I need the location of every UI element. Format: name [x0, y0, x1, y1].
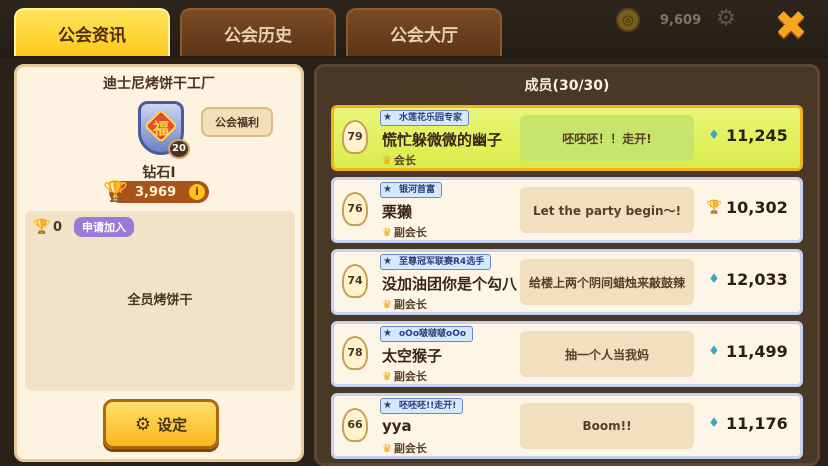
member-score: ♦ 11,499	[706, 342, 802, 361]
member-score: 🏆 10,302	[706, 198, 802, 217]
tab-guild-history[interactable]: 公会历史	[180, 8, 336, 56]
member-message: 给楼上两个阴间蜡烛来敲鼓辣	[520, 259, 694, 305]
title-badge-icon: ★	[383, 328, 392, 339]
trophy-count: 3,969	[135, 184, 177, 200]
member-title-badge: ★ 水莲花乐园专家	[380, 110, 470, 126]
member-row[interactable]: 78 ★ oOo啵啵啵oOo 太空猴子 ♛ 副会长 抽一个人当我妈 ♦ 11,49…	[331, 321, 803, 387]
member-level: 76	[347, 202, 363, 215]
member-message: 呸呸呸！！走开!	[520, 115, 694, 161]
member-role: ♛ 副会长	[382, 224, 427, 240]
top-bar: 公会资讯 公会历史 公会大厅 ◎ 9,609 ⚙ ✖	[0, 0, 828, 58]
member-role-label: 副会长	[393, 370, 427, 383]
settings-button[interactable]: ⚙ 设定	[103, 399, 219, 449]
member-score: ♦ 11,245	[706, 126, 802, 145]
guild-benefits-button[interactable]: 公会福利	[201, 107, 273, 137]
title-badge-icon: ★	[383, 184, 392, 195]
member-role: ♛ 副会长	[382, 440, 427, 456]
trophy-icon: 🏆	[706, 200, 723, 215]
member-score-value: 11,245	[726, 126, 788, 145]
member-score: ♦ 12,033	[706, 270, 802, 289]
title-badge-icon: ★	[383, 400, 392, 411]
coin-icon: ◎	[616, 8, 640, 32]
crown-icon: ♛	[382, 154, 392, 167]
currency-value: 9,609	[660, 12, 702, 28]
guild-level: 20	[168, 139, 190, 159]
emblem-char: 福	[153, 119, 170, 138]
guild-rank: 钻石Ⅰ	[142, 165, 176, 181]
member-name: 太空猴子	[382, 347, 443, 365]
tab-guild-hall[interactable]: 公会大厅	[346, 8, 502, 56]
member-role: ♛ 会长	[382, 152, 416, 168]
crown-icon: ♛	[382, 370, 392, 383]
member-level: 74	[347, 274, 363, 287]
member-level: 66	[347, 418, 363, 431]
guild-description: 全员烤饼干	[127, 293, 193, 308]
crown-icon: ♛	[382, 226, 392, 239]
cookie-avatar: 66	[342, 408, 370, 444]
member-role-label: 副会长	[393, 298, 427, 311]
cookie-avatar: 79	[342, 120, 370, 156]
title-badge-icon: ★	[383, 112, 392, 123]
member-role: ♛ 副会长	[382, 368, 427, 384]
title-badge-icon: ★	[383, 256, 392, 267]
member-message: Let the party begin～!	[520, 187, 694, 233]
close-button[interactable]: ✖	[770, 6, 812, 48]
member-title: 银河首富	[399, 185, 436, 195]
gear-icon: ⚙	[716, 6, 736, 31]
member-score-value: 10,302	[726, 198, 788, 217]
member-message: 抽一个人当我妈	[520, 331, 694, 377]
member-title-badge: ★ 银河首富	[380, 182, 443, 198]
member-row[interactable]: 76 ★ 银河首富 栗獭 ♛ 副会长 Let the party begin～! …	[331, 177, 803, 243]
trophy-icon: 🏆	[103, 179, 128, 203]
member-role-label: 副会长	[393, 442, 427, 455]
member-score-value: 11,176	[726, 414, 788, 433]
gear-icon: ⚙	[134, 413, 152, 435]
settings-label: 设定	[157, 415, 188, 434]
member-message: Boom!!	[520, 403, 694, 449]
member-score: ♦ 11,176	[706, 414, 802, 433]
member-score-value: 11,499	[726, 342, 788, 361]
tab-guild-info[interactable]: 公会资讯	[14, 8, 170, 56]
join-requirement: 0	[53, 219, 63, 235]
member-role-label: 会长	[393, 154, 416, 167]
crown-icon: ♛	[382, 298, 392, 311]
member-title: oOo啵啵啵oOo	[399, 329, 467, 339]
member-role: ♛ 副会长	[382, 296, 427, 312]
cookie-avatar: 76	[342, 192, 370, 228]
gem-icon: ♦	[708, 272, 720, 287]
guild-info-panel: 迪士尼烤饼干工厂 福 20 公会福利 钻石Ⅰ 🏆 3,969 i 🏆 0 申请加…	[14, 64, 304, 462]
member-row[interactable]: 79 ★ 水莲花乐园专家 慌忙躲微微的幽子 ♛ 会长 呸呸呸！！走开! ♦ 11,…	[331, 105, 803, 171]
gem-icon: ♦	[708, 128, 720, 143]
member-name: yya	[382, 417, 412, 435]
apply-join-button[interactable]: 申请加入	[74, 217, 135, 237]
members-panel: 成员(30/30) 79 ★ 水莲花乐园专家 慌忙躲微微的幽子 ♛ 会长 呸呸呸！…	[314, 64, 820, 466]
trophy-pill: 🏆 3,969 i	[103, 180, 209, 203]
member-title-badge: ★ oOo啵啵啵oOo	[380, 326, 474, 342]
member-title: 水莲花乐园专家	[399, 113, 463, 123]
trophy-icon: 🏆	[33, 219, 51, 235]
member-name: 慌忙躲微微的幽子	[382, 131, 503, 149]
member-name: 栗獭	[382, 203, 413, 221]
member-level: 78	[347, 346, 363, 359]
member-title: 至尊冠军联赛R4选手	[399, 257, 485, 267]
join-requirements-area: 🏆 0 申请加入 全员烤饼干	[25, 211, 295, 391]
cookie-avatar: 78	[342, 336, 370, 372]
members-title: 成员(30/30)	[524, 78, 610, 94]
member-level: 79	[347, 130, 363, 143]
crown-icon: ♛	[382, 442, 392, 455]
guild-emblem: 福 20	[132, 93, 192, 159]
cookie-avatar: 74	[342, 264, 370, 300]
member-name: 没加油团你是个勾八	[382, 275, 518, 293]
member-title: 呸呸呸!!走开!	[399, 401, 457, 411]
info-icon[interactable]: i	[189, 184, 205, 200]
member-row[interactable]: 74 ★ 至尊冠军联赛R4选手 没加油团你是个勾八 ♛ 副会长 给楼上两个阴间蜡烛…	[331, 249, 803, 315]
member-role-label: 副会长	[393, 226, 427, 239]
member-row[interactable]: 66 ★ 呸呸呸!!走开! yya ♛ 副会长 Boom!! ♦ 11,176	[331, 393, 803, 459]
guild-name: 迪士尼烤饼干工厂	[103, 76, 215, 92]
member-score-value: 12,033	[726, 270, 788, 289]
gem-icon: ♦	[708, 416, 720, 431]
gem-icon: ♦	[708, 344, 720, 359]
member-title-badge: ★ 呸呸呸!!走开!	[380, 398, 464, 414]
member-title-badge: ★ 至尊冠军联赛R4选手	[380, 254, 492, 270]
